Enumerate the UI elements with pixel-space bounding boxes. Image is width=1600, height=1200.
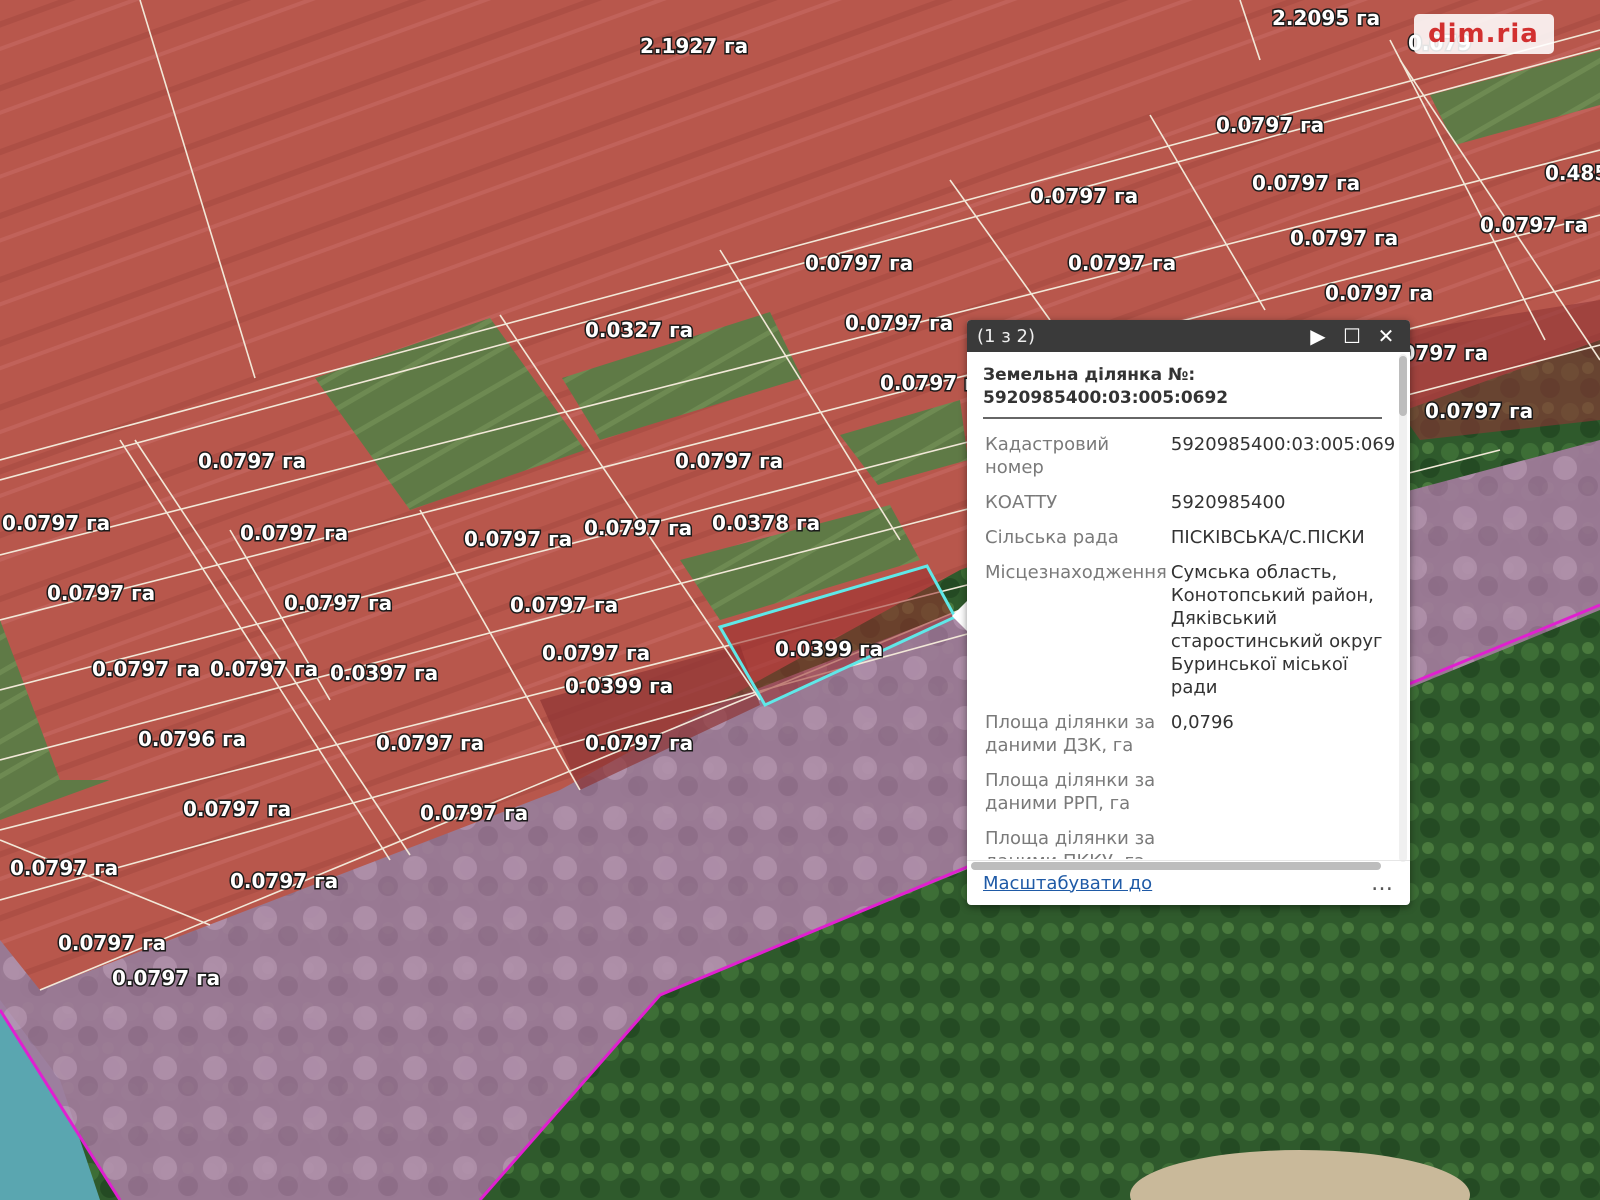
parcel-area-label: 0.0399 га [565,674,673,698]
close-button[interactable]: ✕ [1372,322,1400,350]
parcel-area-label: 0.0797 га [1252,171,1360,195]
parcel-area-label: 0.0797 га [1068,251,1176,275]
parcel-area-label: 0.0797 га [1480,213,1588,237]
attribute-row: Місцезнаходження Сумська область, Конотоп… [983,557,1396,707]
parcel-area-label: 0.0797 га [584,516,692,540]
attribute-row: Сільська рада ПІСКІВСЬКА/С.ПІСКИ [983,522,1396,557]
attribute-key: КОАТТУ [985,492,1058,513]
parcel-area-label: 0.0797 га [230,869,338,893]
attribute-value: ПІСКІВСЬКА/С.ПІСКИ [1170,527,1365,548]
attribute-value [1169,765,1396,823]
attribute-key: Кадастровий номер [985,434,1110,478]
parcel-area-label: 0.0797 га [464,527,572,551]
play-icon: ▶ [1310,324,1326,348]
popup-header: (1 з 2) ▶ ☐ ✕ [967,320,1410,352]
feature-count-label: (1 з 2) [977,325,1035,347]
parcel-area-label: 0.0797 га [1325,281,1433,305]
parcel-area-label: 0.0797 га [1290,226,1398,250]
parcel-area-label: 0.0797 га [1425,399,1533,423]
parcel-area-label: 0.0797 га [10,856,118,880]
parcel-area-label: 0.0797 га [198,449,306,473]
parcel-area-label: 0.0797 га [284,591,392,615]
parcel-area-label: 0.0797 га [420,801,528,825]
parcel-area-label: 0.0797 га [376,731,484,755]
attribute-value: 5920985400 [1170,492,1286,513]
zoom-to-link[interactable]: Масштабувати до [983,873,1371,894]
popup-title-label: Земельна ділянка №: [983,365,1196,385]
feature-popup: (1 з 2) ▶ ☐ ✕ Земельна ділянка №: 592098… [967,320,1410,905]
parcel-area-label: 0.0797 га [183,797,291,821]
parcel-area-label: 0.0797 га [58,931,166,955]
parcel-area-label: 0.0797 га [92,657,200,681]
parcel-area-label: 0.0797 га [675,449,783,473]
next-feature-button[interactable]: ▶ [1304,322,1332,350]
attribute-row: Площа ділянки за даними ПККУ, га [983,823,1396,859]
more-options-icon[interactable]: … [1371,871,1394,896]
parcel-area-label: 0.0797 га [2,511,110,535]
attribute-key: Площа ділянки за даними ДЗК, га [985,712,1156,756]
watermark-logo: dim.ria [1414,14,1554,54]
parcel-area-label: 0.0797 га [510,593,618,617]
parcel-area-label: 0.0797 га [210,657,318,681]
parcel-area-label: 0.0797 га [240,521,348,545]
parcel-area-label: 0.0797 га [47,581,155,605]
attribute-row: Площа ділянки за даними ДЗК, га 0,0796 [983,707,1396,765]
parcel-area-label: 0.485 га [1545,161,1600,185]
parcel-area-label: 0.0797 га [585,731,693,755]
popup-body[interactable]: Земельна ділянка №: 5920985400:03:005:06… [967,352,1396,859]
watermark-text: dim.ria [1428,19,1539,49]
parcel-area-label: 0.0797 га [112,966,220,990]
attribute-table: Кадастровий номер 5920985400:03:005:069 КО… [983,429,1396,859]
attribute-key: Площа ділянки за даними ПККУ, га [985,828,1156,859]
parcel-area-label: 0.0327 га [585,318,693,342]
attribute-row: Кадастровий номер 5920985400:03:005:069 [983,429,1396,487]
attribute-row: Площа ділянки за даними РРП, га [983,765,1396,823]
popup-footer: Масштабувати до … [967,860,1410,905]
parcel-area-label: 0.0797 га [1216,113,1324,137]
parcel-area-label: 0.0397 га [330,661,438,685]
attribute-value: Сумська область, Конотопський район, Дяк… [1170,562,1383,698]
attribute-value: 5920985400:03:005:069 [1170,434,1396,455]
parcel-area-label: 0.0796 га [138,727,246,751]
popup-title-value: 5920985400:03:005:0692 [983,388,1229,408]
maximize-icon: ☐ [1343,324,1361,348]
close-icon: ✕ [1377,324,1395,348]
parcel-area-label: 2.1927 га [640,34,748,58]
parcel-area-label: 0.0797 га [845,311,953,335]
popup-pointer [952,600,968,632]
attribute-value [1169,823,1396,859]
attribute-row: КОАТТУ 5920985400 [983,487,1396,522]
scrollbar-thumb[interactable] [1399,356,1407,416]
attribute-key: Сільська рада [985,527,1119,548]
attribute-key: Місцезнаходження [985,562,1167,583]
parcel-area-label: 2.2095 га [1272,6,1380,30]
attribute-value: 0,0796 [1170,712,1234,733]
vertical-scrollbar[interactable] [1399,354,1407,862]
parcel-area-label: 0.0797 га [542,641,650,665]
attribute-key: Площа ділянки за даними РРП, га [985,770,1156,814]
popup-title: Земельна ділянка №: 5920985400:03:005:06… [983,364,1382,419]
parcel-area-label: 0.0378 га [712,511,820,535]
maximize-button[interactable]: ☐ [1338,322,1366,350]
parcel-area-label: 0.0797 га [805,251,913,275]
parcel-area-label: 0.0399 га [775,637,883,661]
parcel-area-label: 0.0797 га [1030,184,1138,208]
